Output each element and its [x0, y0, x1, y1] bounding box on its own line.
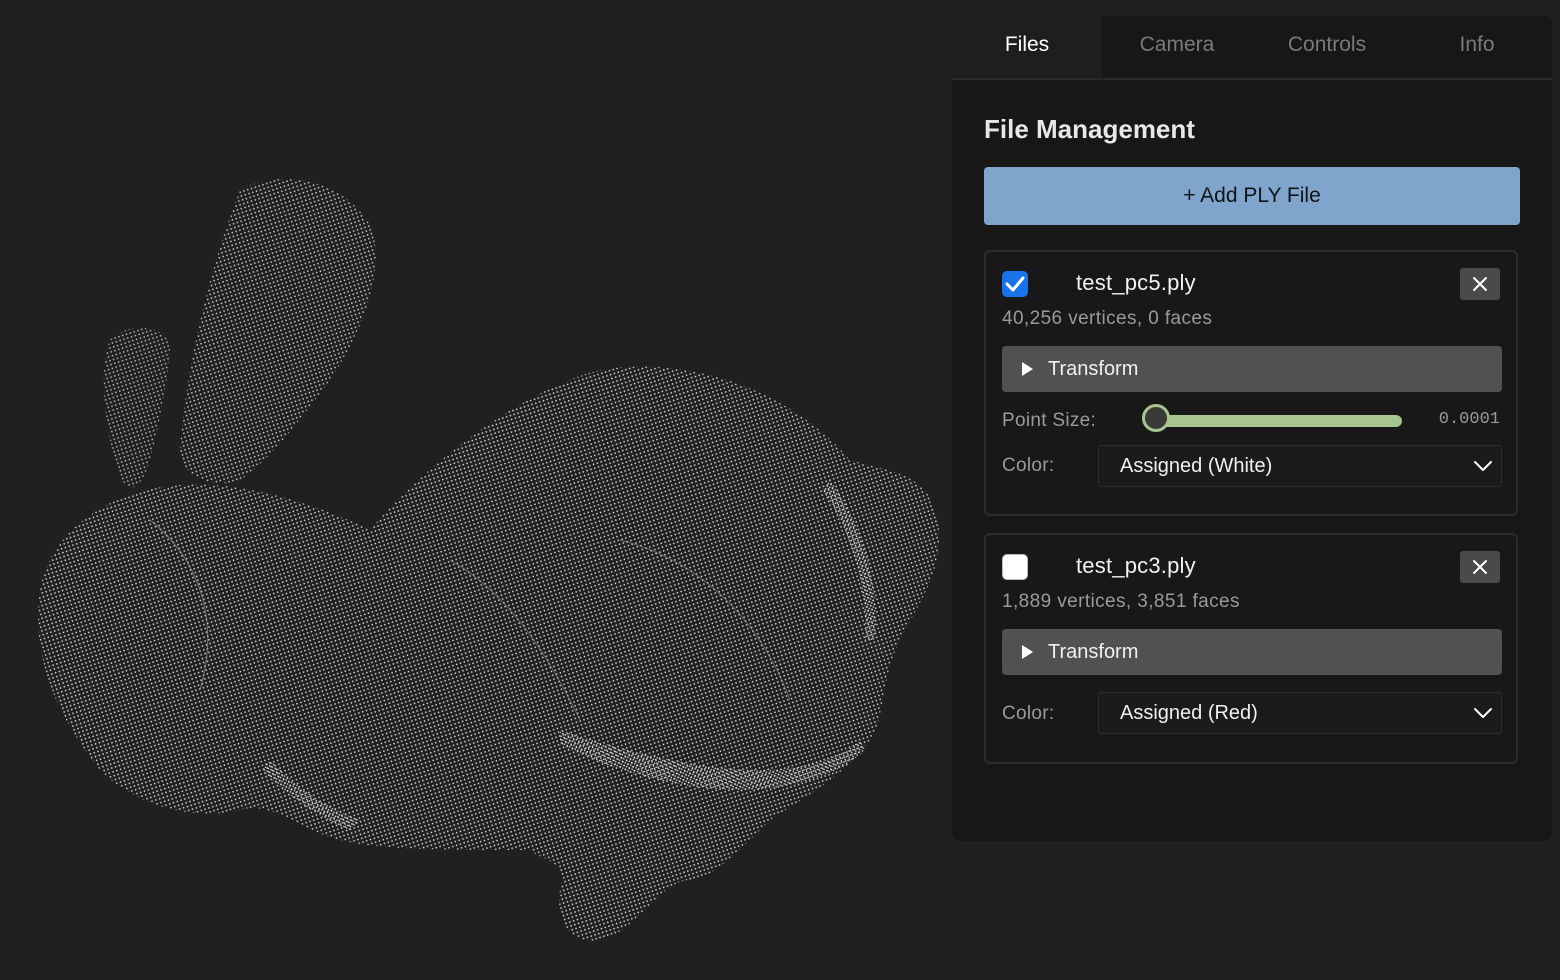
- remove-file-button[interactable]: [1460, 551, 1500, 583]
- point-size-value: 0.0001: [1438, 410, 1500, 429]
- triangle-right-icon: [1022, 645, 1033, 659]
- color-select-value: Assigned (Red): [1120, 702, 1258, 724]
- transform-label: Transform: [1048, 641, 1139, 663]
- remove-file-button[interactable]: [1460, 268, 1500, 300]
- point-size-label: Point Size:: [1002, 410, 1097, 431]
- tab-info[interactable]: Info: [1402, 16, 1552, 78]
- point-size-slider-thumb[interactable]: [1142, 404, 1170, 432]
- transform-toggle[interactable]: Transform: [1002, 629, 1502, 675]
- files-content: File Management + Add PLY File test_pc5.…: [952, 114, 1552, 764]
- file-card: test_pc5.ply 40,256 vertices, 0 faces Tr…: [984, 250, 1518, 516]
- 3d-viewport[interactable]: [0, 0, 950, 980]
- color-label: Color:: [1002, 703, 1055, 724]
- tab-camera[interactable]: Camera: [1102, 16, 1252, 78]
- section-title: File Management: [984, 114, 1195, 144]
- point-size-slider[interactable]: [1156, 415, 1402, 427]
- chevron-down-icon: [1474, 461, 1492, 471]
- file-stats: 40,256 vertices, 0 faces: [1002, 308, 1213, 329]
- file-stats: 1,889 vertices, 3,851 faces: [1002, 591, 1240, 612]
- tab-controls[interactable]: Controls: [1252, 16, 1402, 78]
- checkmark-icon: [1005, 276, 1025, 292]
- color-select[interactable]: Assigned (Red): [1098, 692, 1502, 734]
- chevron-down-icon: [1474, 708, 1492, 718]
- triangle-right-icon: [1022, 362, 1033, 376]
- file-name: test_pc3.ply: [1076, 553, 1196, 578]
- color-label: Color:: [1002, 455, 1055, 476]
- tab-bar: Files Camera Controls Info: [952, 16, 1552, 80]
- color-select-value: Assigned (White): [1120, 455, 1273, 477]
- file-name: test_pc5.ply: [1076, 270, 1196, 295]
- add-ply-file-button[interactable]: + Add PLY File: [984, 167, 1520, 225]
- transform-toggle[interactable]: Transform: [1002, 346, 1502, 392]
- transform-label: Transform: [1048, 358, 1139, 380]
- close-icon: [1473, 277, 1487, 291]
- side-panel: Files Camera Controls Info File Manageme…: [952, 16, 1552, 841]
- visibility-checkbox[interactable]: [1002, 271, 1028, 297]
- close-icon: [1473, 560, 1487, 574]
- tab-files[interactable]: Files: [952, 16, 1102, 78]
- point-cloud-render[interactable]: [0, 0, 950, 980]
- color-select[interactable]: Assigned (White): [1098, 445, 1502, 487]
- bunny-point-cloud: [38, 179, 940, 941]
- visibility-checkbox[interactable]: [1002, 554, 1028, 580]
- file-card: test_pc3.ply 1,889 vertices, 3,851 faces…: [984, 533, 1518, 764]
